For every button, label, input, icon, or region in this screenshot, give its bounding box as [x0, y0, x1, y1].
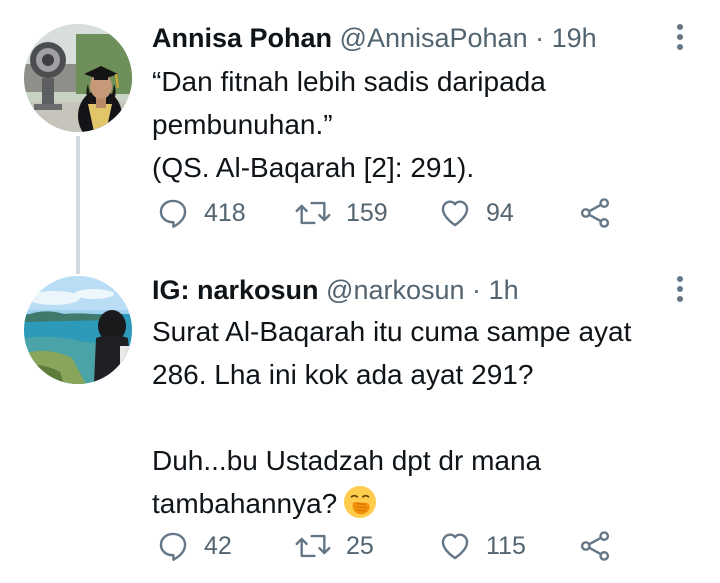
more-vertical-icon — [677, 24, 683, 50]
heart-icon — [441, 533, 469, 560]
avatar[interactable] — [24, 276, 132, 384]
retweet-icon — [295, 201, 331, 225]
like-count: 115 — [486, 531, 526, 560]
timestamp[interactable]: 1h — [489, 275, 519, 305]
face-with-hand-over-mouth-emoji-icon — [344, 485, 377, 519]
tweet-text-line: “Dan fitnah lebih sadis daripada — [152, 66, 546, 97]
more-options-button[interactable] — [672, 274, 688, 304]
tweet[interactable]: IG: narkosun @narkosun · 1h Surat Al-Baq… — [0, 268, 720, 583]
reply-button[interactable]: 418 — [156, 192, 246, 234]
avatar[interactable] — [24, 24, 132, 132]
share-button[interactable] — [578, 525, 612, 567]
more-options-button[interactable] — [672, 22, 688, 52]
like-count: 94 — [486, 198, 514, 227]
reply-icon — [159, 199, 187, 228]
tweet[interactable]: Annisa Pohan @AnnisaPohan · 19h “Dan fit… — [0, 0, 720, 274]
tweet-text-line: (QS. Al-Baqarah [2]: 291). — [152, 152, 475, 183]
reply-count: 418 — [204, 198, 246, 227]
tweet-actions: 418 159 94 — [152, 192, 672, 234]
seaside-photo-avatar-icon — [24, 276, 132, 384]
user-handle[interactable]: @AnnisaPohan — [340, 23, 528, 53]
tweet-text-fragment: tambahannya? — [152, 488, 338, 519]
retweet-button[interactable]: 159 — [294, 192, 388, 234]
reply-icon — [159, 532, 187, 561]
like-button[interactable]: 94 — [438, 192, 514, 234]
retweet-icon — [295, 534, 331, 558]
user-handle[interactable]: @narkosun — [326, 275, 464, 305]
tweet-text-line: Duh...bu Ustadzah dpt dr mana — [152, 445, 542, 476]
tweet-text: Surat Al-Baqarah itu cuma sampe ayat 286… — [152, 310, 702, 525]
share-icon — [580, 531, 610, 561]
separator-dot: · — [535, 23, 545, 53]
tweet-text-line: Surat Al-Baqarah itu cuma sampe ayat — [152, 316, 632, 347]
heart-icon — [441, 200, 469, 227]
like-button[interactable]: 115 — [438, 525, 526, 567]
display-name[interactable]: Annisa Pohan — [152, 23, 332, 53]
timestamp[interactable]: 19h — [552, 23, 597, 53]
tweet-actions: 42 25 115 — [152, 525, 672, 567]
graduation-photo-avatar-icon — [24, 24, 132, 132]
tweet-header: Annisa Pohan @AnnisaPohan · 19h — [152, 18, 597, 58]
separator-dot: · — [472, 275, 482, 305]
reply-count: 42 — [204, 531, 232, 560]
reply-button[interactable]: 42 — [156, 525, 232, 567]
thread-connector-line — [76, 136, 80, 274]
share-icon — [580, 198, 610, 228]
more-vertical-icon — [677, 276, 683, 302]
retweet-button[interactable]: 25 — [294, 525, 374, 567]
tweet-text-line: tambahannya? — [152, 482, 702, 525]
share-button[interactable] — [578, 192, 612, 234]
tweet-text-line: 286. Lha ini kok ada ayat 291? — [152, 359, 534, 390]
tweet-text: “Dan fitnah lebih sadis daripada pembunu… — [152, 60, 702, 189]
paragraph-break — [152, 396, 702, 439]
display-name[interactable]: IG: narkosun — [152, 275, 319, 305]
tweet-text-line: pembunuhan.” — [152, 109, 333, 140]
retweet-count: 25 — [346, 531, 374, 560]
tweet-header: IG: narkosun @narkosun · 1h — [152, 270, 519, 310]
retweet-count: 159 — [346, 198, 388, 227]
